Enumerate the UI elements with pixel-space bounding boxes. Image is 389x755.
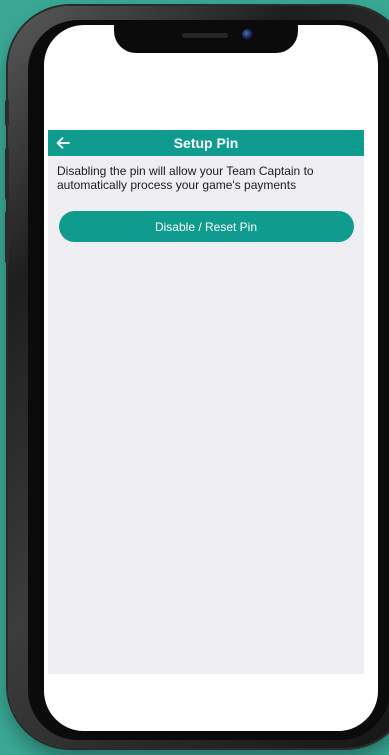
volume-up-button — [5, 148, 9, 200]
app-view: Setup Pin Disabling the pin will allow y… — [48, 130, 364, 674]
pin-description: Disabling the pin will allow your Team C… — [57, 164, 314, 192]
app-header: Setup Pin — [48, 130, 364, 156]
front-camera — [242, 29, 253, 40]
phone-screen: Setup Pin Disabling the pin will allow y… — [44, 25, 378, 731]
mute-switch — [5, 100, 9, 126]
page-title: Setup Pin — [173, 135, 239, 151]
disable-reset-pin-button[interactable]: Disable / Reset Pin — [58, 211, 354, 242]
notch — [114, 25, 298, 53]
volume-down-button — [5, 211, 9, 263]
speaker-grille — [182, 33, 228, 38]
